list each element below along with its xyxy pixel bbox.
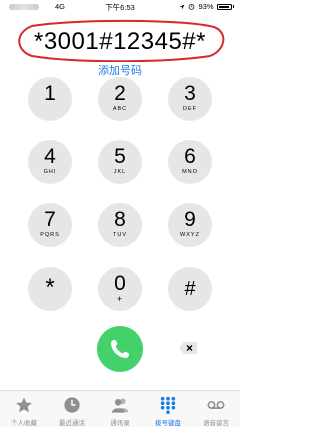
key-5[interactable]: 5 JKL (98, 140, 142, 184)
delete-button[interactable] (178, 341, 198, 355)
tab-bar: 个人收藏 最近通话 通讯录 拨号键盘 语音留言 (0, 390, 240, 427)
star-icon (16, 397, 32, 413)
key-hash[interactable]: # (168, 267, 212, 311)
backspace-icon (179, 342, 197, 354)
tab-recents[interactable]: 最近通话 (48, 396, 96, 427)
tab-favorites[interactable]: 个人收藏 (0, 396, 48, 427)
status-right: 93% (179, 2, 234, 11)
dialed-number-area: *3001#12345#* (14, 18, 226, 62)
voicemail-icon (207, 401, 225, 409)
contacts-icon (111, 398, 129, 413)
battery-icon (216, 3, 232, 10)
clock-icon (64, 397, 80, 413)
key-6[interactable]: 6 MNO (168, 140, 212, 184)
key-1[interactable]: 1 (28, 77, 72, 121)
status-bar: 4G 下午6:53 93% (0, 0, 240, 14)
key-4[interactable]: 4 GHI (28, 140, 72, 184)
key-9[interactable]: 9 WXYZ (168, 203, 212, 247)
tab-voicemail[interactable]: 语音留言 (192, 396, 240, 427)
key-7[interactable]: 7 PQRS (28, 203, 72, 247)
keypad-icon (160, 396, 176, 414)
key-0[interactable]: 0 + (98, 267, 142, 311)
key-2[interactable]: 2 ABC (98, 77, 142, 121)
phone-icon (111, 340, 129, 358)
tab-keypad[interactable]: 拨号键盘 (144, 396, 192, 427)
dialed-number: *3001#12345#* (33, 28, 206, 55)
key-8[interactable]: 8 TUV (98, 203, 142, 247)
battery-percent: 93% (198, 2, 214, 11)
alarm-clock-icon (189, 4, 195, 10)
key-star[interactable]: * (28, 267, 72, 311)
key-3[interactable]: 3 DEF (168, 77, 212, 121)
battery-tip (232, 5, 234, 8)
tab-contacts[interactable]: 通讯录 (96, 396, 144, 427)
add-number-link[interactable]: 添加号码 (0, 62, 240, 78)
call-button[interactable] (97, 326, 143, 372)
location-arrow-icon (180, 4, 185, 9)
